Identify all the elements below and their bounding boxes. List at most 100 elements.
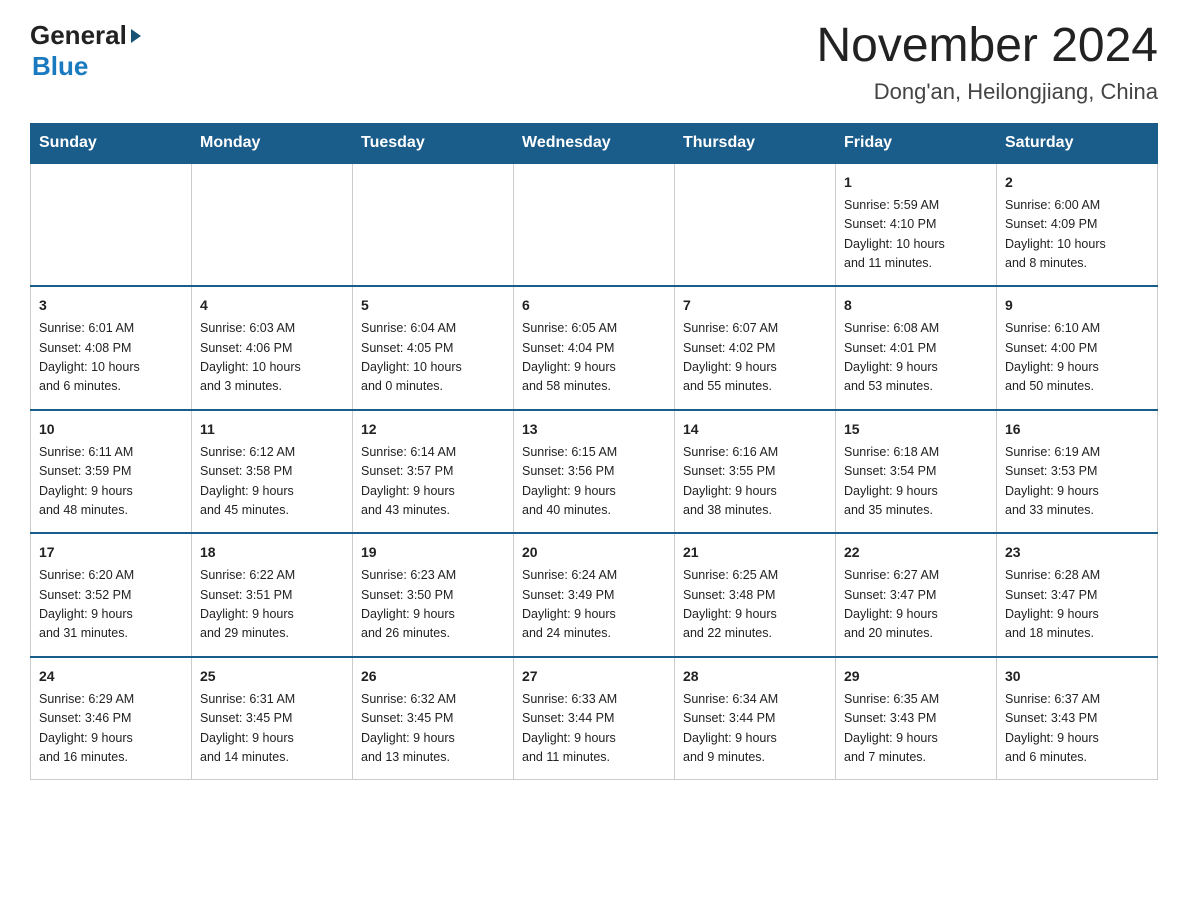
day-number: 9 [1005,295,1149,316]
calendar-week-row: 24Sunrise: 6:29 AM Sunset: 3:46 PM Dayli… [31,657,1158,780]
day-number: 8 [844,295,988,316]
table-row: 17 Sunrise: 6:20 AM Sunset: 3:52 PM Dayli… [31,533,192,657]
table-row: 28 Sunrise: 6:34 AM Sunset: 3:44 PM Dayli… [675,657,836,780]
day-info: Sunrise: 6:20 AM Sunset: 3:52 PM Dayligh… [39,566,183,644]
table-row: 21 Sunrise: 6:25 AM Sunset: 3:48 PM Dayli… [675,533,836,657]
table-row: 12 Sunrise: 6:14 AM Sunset: 3:57 PM Dayli… [353,410,514,534]
col-monday: Monday [192,123,353,163]
calendar-week-row: 17 Sunrise: 6:20 AM Sunset: 3:52 PM Dayli… [31,533,1158,657]
day-number: 7 [683,295,827,316]
table-row: 29 Sunrise: 6:35 AM Sunset: 3:43 PM Dayli… [836,657,997,780]
title-area: November 2024 Dong'an, Heilongjiang, Chi… [816,20,1158,105]
day-info: Sunrise: 6:05 AM Sunset: 4:04 PM Dayligh… [522,319,666,397]
table-row: 6 Sunrise: 6:05 AM Sunset: 4:04 PM Daylig… [514,286,675,410]
day-info: Sunrise: 6:22 AM Sunset: 3:51 PM Dayligh… [200,566,344,644]
day-info: Sunrise: 6:35 AM Sunset: 3:43 PM Dayligh… [844,690,988,768]
table-row: 9 Sunrise: 6:10 AM Sunset: 4:00 PM Daylig… [997,286,1158,410]
day-info: Sunrise: 5:59 AM Sunset: 4:10 PM Dayligh… [844,196,988,274]
day-info: Sunrise: 6:01 AM Sunset: 4:08 PM Dayligh… [39,319,183,397]
calendar-header-row: Sunday Monday Tuesday Wednesday Thursday… [31,123,1158,163]
calendar-week-row: 1 Sunrise: 5:59 AM Sunset: 4:10 PM Daylig… [31,163,1158,287]
day-number: 4 [200,295,344,316]
day-number: 14 [683,419,827,440]
day-info: Sunrise: 6:19 AM Sunset: 3:53 PM Dayligh… [1005,443,1149,521]
calendar-table: Sunday Monday Tuesday Wednesday Thursday… [30,123,1158,781]
day-info: Sunrise: 6:08 AM Sunset: 4:01 PM Dayligh… [844,319,988,397]
table-row: 19 Sunrise: 6:23 AM Sunset: 3:50 PM Dayli… [353,533,514,657]
table-row: 8 Sunrise: 6:08 AM Sunset: 4:01 PM Daylig… [836,286,997,410]
day-info: Sunrise: 6:31 AM Sunset: 3:45 PM Dayligh… [200,690,344,768]
day-info: Sunrise: 6:34 AM Sunset: 3:44 PM Dayligh… [683,690,827,768]
table-row [514,163,675,287]
day-number: 12 [361,419,505,440]
day-number: 20 [522,542,666,563]
day-number: 13 [522,419,666,440]
logo-arrow-icon [131,29,141,43]
col-wednesday: Wednesday [514,123,675,163]
table-row: 27 Sunrise: 6:33 AM Sunset: 3:44 PM Dayli… [514,657,675,780]
table-row: 1 Sunrise: 5:59 AM Sunset: 4:10 PM Daylig… [836,163,997,287]
day-number: 2 [1005,172,1149,193]
table-row [192,163,353,287]
day-number: 6 [522,295,666,316]
day-number: 21 [683,542,827,563]
day-info: Sunrise: 6:03 AM Sunset: 4:06 PM Dayligh… [200,319,344,397]
calendar-subtitle: Dong'an, Heilongjiang, China [816,79,1158,105]
table-row: 23Sunrise: 6:28 AM Sunset: 3:47 PM Dayli… [997,533,1158,657]
day-number: 23 [1005,542,1149,563]
table-row: 14 Sunrise: 6:16 AM Sunset: 3:55 PM Dayli… [675,410,836,534]
table-row: 25Sunrise: 6:31 AM Sunset: 3:45 PM Dayli… [192,657,353,780]
table-row [31,163,192,287]
logo-general-text: General [30,20,127,51]
day-number: 11 [200,419,344,440]
table-row: 26Sunrise: 6:32 AM Sunset: 3:45 PM Dayli… [353,657,514,780]
table-row: 16 Sunrise: 6:19 AM Sunset: 3:53 PM Dayli… [997,410,1158,534]
day-info: Sunrise: 6:27 AM Sunset: 3:47 PM Dayligh… [844,566,988,644]
table-row: 22Sunrise: 6:27 AM Sunset: 3:47 PM Dayli… [836,533,997,657]
day-number: 24 [39,666,183,687]
day-number: 28 [683,666,827,687]
day-info: Sunrise: 6:10 AM Sunset: 4:00 PM Dayligh… [1005,319,1149,397]
day-info: Sunrise: 6:14 AM Sunset: 3:57 PM Dayligh… [361,443,505,521]
day-number: 1 [844,172,988,193]
table-row: 13 Sunrise: 6:15 AM Sunset: 3:56 PM Dayli… [514,410,675,534]
calendar-week-row: 3 Sunrise: 6:01 AM Sunset: 4:08 PM Daylig… [31,286,1158,410]
table-row: 5Sunrise: 6:04 AM Sunset: 4:05 PM Daylig… [353,286,514,410]
day-info: Sunrise: 6:16 AM Sunset: 3:55 PM Dayligh… [683,443,827,521]
day-info: Sunrise: 6:33 AM Sunset: 3:44 PM Dayligh… [522,690,666,768]
table-row: 11 Sunrise: 6:12 AM Sunset: 3:58 PM Dayli… [192,410,353,534]
day-info: Sunrise: 6:32 AM Sunset: 3:45 PM Dayligh… [361,690,505,768]
day-number: 3 [39,295,183,316]
day-info: Sunrise: 6:25 AM Sunset: 3:48 PM Dayligh… [683,566,827,644]
col-thursday: Thursday [675,123,836,163]
day-info: Sunrise: 6:23 AM Sunset: 3:50 PM Dayligh… [361,566,505,644]
table-row: 20 Sunrise: 6:24 AM Sunset: 3:49 PM Dayli… [514,533,675,657]
day-number: 18 [200,542,344,563]
day-info: Sunrise: 6:37 AM Sunset: 3:43 PM Dayligh… [1005,690,1149,768]
day-number: 17 [39,542,183,563]
logo-blue-text: Blue [32,51,88,81]
day-number: 29 [844,666,988,687]
day-info: Sunrise: 6:07 AM Sunset: 4:02 PM Dayligh… [683,319,827,397]
day-number: 30 [1005,666,1149,687]
day-info: Sunrise: 6:11 AM Sunset: 3:59 PM Dayligh… [39,443,183,521]
day-info: Sunrise: 6:24 AM Sunset: 3:49 PM Dayligh… [522,566,666,644]
table-row [675,163,836,287]
calendar-week-row: 10Sunrise: 6:11 AM Sunset: 3:59 PM Dayli… [31,410,1158,534]
table-row: 4 Sunrise: 6:03 AM Sunset: 4:06 PM Daylig… [192,286,353,410]
day-number: 16 [1005,419,1149,440]
table-row [353,163,514,287]
day-info: Sunrise: 6:18 AM Sunset: 3:54 PM Dayligh… [844,443,988,521]
calendar-title: November 2024 [816,20,1158,73]
table-row: 2 Sunrise: 6:00 AM Sunset: 4:09 PM Daylig… [997,163,1158,287]
day-number: 19 [361,542,505,563]
day-number: 27 [522,666,666,687]
day-info: Sunrise: 6:00 AM Sunset: 4:09 PM Dayligh… [1005,196,1149,274]
table-row: 24Sunrise: 6:29 AM Sunset: 3:46 PM Dayli… [31,657,192,780]
table-row: 7 Sunrise: 6:07 AM Sunset: 4:02 PM Daylig… [675,286,836,410]
table-row: 30 Sunrise: 6:37 AM Sunset: 3:43 PM Dayli… [997,657,1158,780]
table-row: 18 Sunrise: 6:22 AM Sunset: 3:51 PM Dayli… [192,533,353,657]
day-number: 5 [361,295,505,316]
day-info: Sunrise: 6:15 AM Sunset: 3:56 PM Dayligh… [522,443,666,521]
day-info: Sunrise: 6:12 AM Sunset: 3:58 PM Dayligh… [200,443,344,521]
